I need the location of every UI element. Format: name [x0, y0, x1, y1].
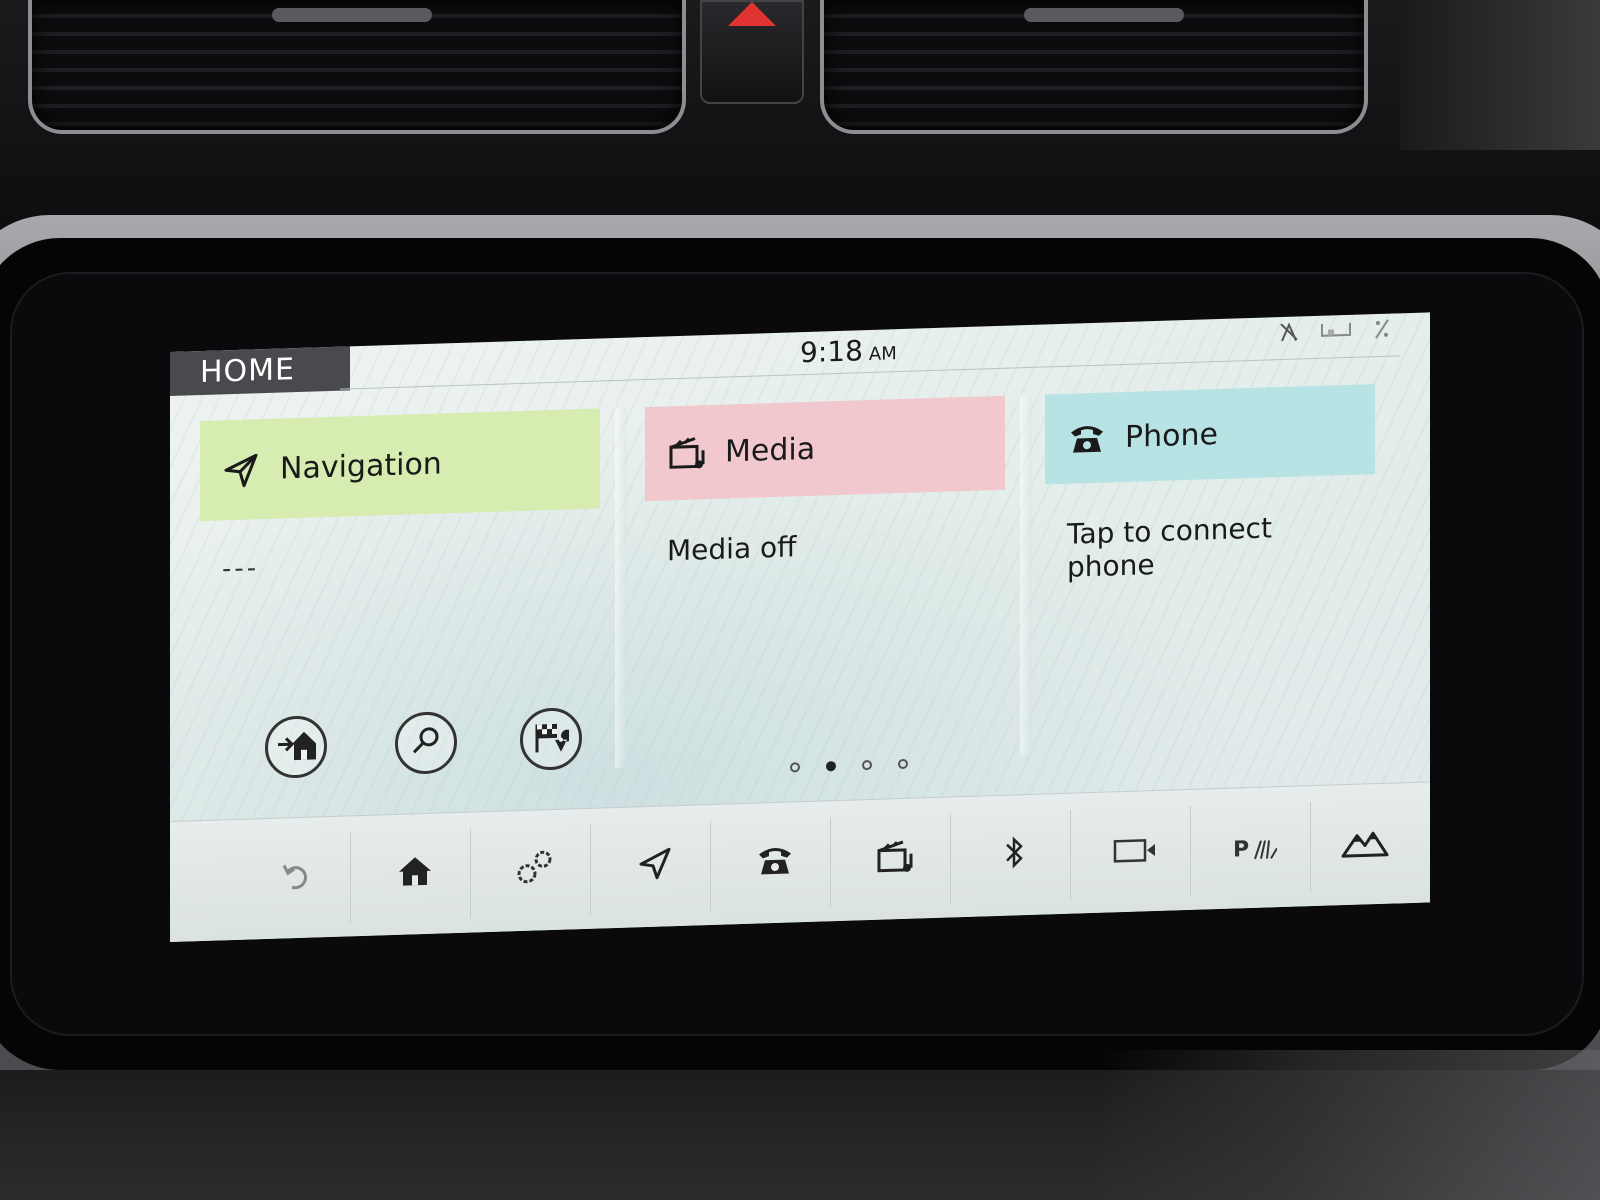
home-button[interactable] [360, 828, 471, 923]
settings-icon [515, 848, 555, 894]
console-shine [1100, 1050, 1600, 1200]
vent-tab [1024, 8, 1184, 22]
infotainment-screen: HOME 9:18 AM Navigation --- Media Media … [170, 312, 1430, 942]
media-title: Media [725, 431, 816, 470]
phone-status: Tap to connect phone [1067, 511, 1272, 584]
phone-title: Phone [1125, 416, 1218, 455]
camera-button[interactable] [1080, 805, 1191, 900]
air-vent-left [28, 0, 686, 134]
navigation-status: --- [222, 553, 260, 585]
dashboard-trim [1400, 0, 1600, 150]
destination-flag-icon [533, 719, 573, 758]
clock-time: 9:18 [800, 334, 863, 370]
antenna-off-icon [1278, 320, 1300, 349]
status-icons [1278, 318, 1390, 350]
back-button[interactable] [240, 832, 351, 926]
vent-tab [272, 8, 432, 22]
parking-label: P [1232, 836, 1250, 863]
bluetooth-button[interactable] [960, 809, 1071, 904]
column-divider [615, 407, 627, 769]
parking-icon: P [1232, 836, 1278, 863]
search-icon [410, 724, 442, 761]
terrain-icon [1341, 824, 1389, 867]
column-divider [1020, 394, 1032, 756]
battery-icon [1320, 319, 1354, 348]
camera-icon [1113, 831, 1157, 873]
air-vent-right [820, 0, 1368, 134]
hazard-icon [728, 2, 776, 26]
dashboard-top [0, 0, 1600, 230]
page-dot[interactable] [790, 762, 800, 773]
media-button[interactable] [840, 813, 951, 907]
navigation-header[interactable]: Navigation [200, 408, 600, 522]
percent-icon [1374, 318, 1390, 347]
media-icon [875, 835, 915, 885]
navigation-title: Navigation [280, 445, 442, 487]
phone-panel[interactable]: Phone Tap to connect phone [1045, 384, 1375, 774]
clock-ampm: AM [868, 343, 897, 366]
page-dot[interactable] [862, 759, 872, 771]
bluetooth-icon [1003, 834, 1027, 880]
navigation-arrow-icon [222, 449, 262, 490]
media-status: Media off [667, 530, 797, 568]
media-panel[interactable]: Media Media off [645, 395, 1005, 787]
parking-button[interactable]: P [1200, 802, 1311, 896]
phone-icon [755, 841, 795, 887]
media-clapper-icon [667, 432, 707, 473]
home-icon [397, 854, 433, 896]
back-icon [280, 858, 310, 900]
phone-button[interactable] [720, 817, 831, 911]
navigate-home-icon [276, 727, 316, 766]
telephone-icon [1067, 418, 1107, 459]
navigation-icon [637, 845, 673, 891]
clock: 9:18 AM [800, 333, 897, 369]
settings-button[interactable] [480, 824, 591, 919]
page-dot-active[interactable] [826, 761, 836, 772]
terrain-button[interactable] [1310, 799, 1420, 892]
phone-header[interactable]: Phone [1045, 384, 1375, 485]
home-tab[interactable]: HOME [170, 346, 350, 397]
navigation-button[interactable] [600, 820, 711, 915]
media-header[interactable]: Media [645, 395, 1005, 502]
page-dot[interactable] [898, 758, 908, 770]
hazard-button[interactable] [700, 0, 804, 104]
